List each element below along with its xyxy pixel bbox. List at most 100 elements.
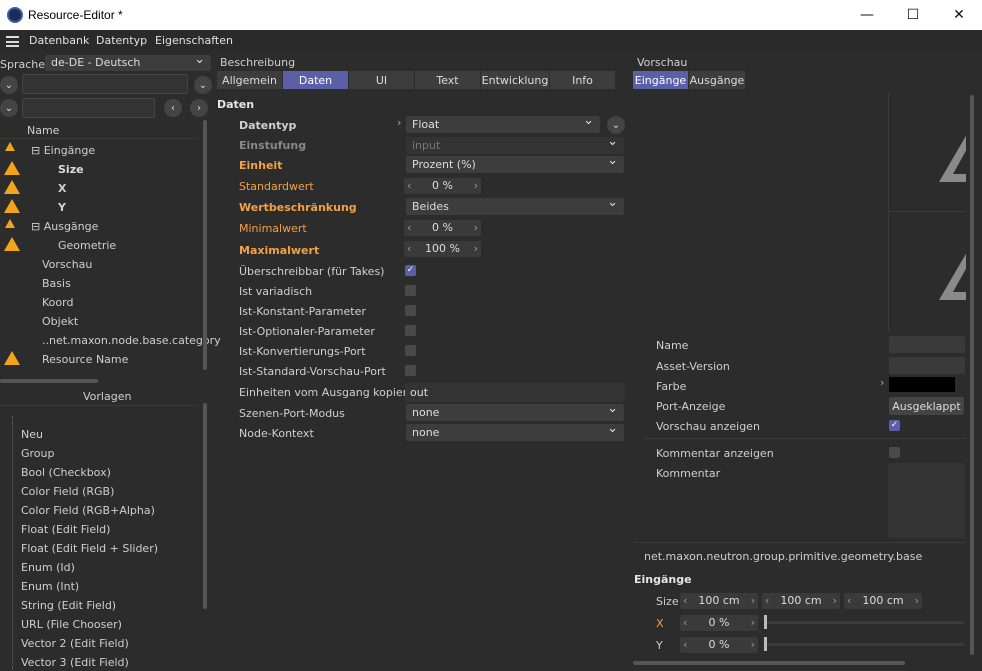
- tree-header-name: Name: [27, 124, 60, 137]
- size-x-input[interactable]: ‹ 100 cm ›: [680, 593, 758, 609]
- maximalwert-input[interactable]: ‹ 100 % ›: [404, 241, 481, 257]
- vorschau-port-checkbox[interactable]: [405, 365, 416, 376]
- ueberschreibbar-checkbox[interactable]: ✓: [405, 265, 416, 276]
- tree-item-objekt[interactable]: Objekt: [42, 315, 78, 328]
- check-label: Überschreibbar (für Takes): [239, 265, 385, 278]
- hamburger-menu-icon[interactable]: [6, 36, 19, 47]
- chevron-right-icon[interactable]: ›: [880, 376, 884, 389]
- template-item[interactable]: Float (Edit Field + Slider): [21, 542, 158, 555]
- standardwert-label: Standardwert: [239, 180, 314, 193]
- datentyp-dropdown[interactable]: Float: [406, 113, 600, 133]
- template-item[interactable]: Bool (Checkbox): [21, 466, 111, 479]
- szenen-dropdown[interactable]: none: [406, 401, 624, 421]
- wertbeschraenkung-dropdown[interactable]: Beides: [406, 195, 624, 215]
- tree-item-size[interactable]: Size: [58, 163, 84, 176]
- right-scrollbar[interactable]: [970, 95, 974, 655]
- tree-item-eingaenge[interactable]: ⊟ Eingänge: [31, 144, 95, 157]
- templates-header: Vorlagen: [83, 390, 132, 403]
- prop-port-anzeige-label: Port-Anzeige: [656, 400, 726, 413]
- tab-eingaenge[interactable]: Eingänge: [633, 71, 689, 89]
- menu-datenbank[interactable]: Datenbank: [29, 34, 89, 47]
- einheiten-input[interactable]: out: [405, 383, 625, 402]
- chevron-down-icon[interactable]: ⌄: [607, 116, 625, 134]
- tree-item-resource-name[interactable]: Resource Name: [42, 353, 128, 366]
- tab-ausgaenge[interactable]: Ausgänge: [689, 71, 746, 89]
- vorschau-anzeigen-checkbox[interactable]: ✓: [889, 420, 900, 431]
- tree-item-y[interactable]: Y: [58, 201, 66, 214]
- template-item[interactable]: URL (File Chooser): [21, 618, 122, 631]
- template-item[interactable]: Enum (Int): [21, 580, 79, 593]
- variadisch-checkbox[interactable]: [405, 285, 416, 296]
- minimize-button[interactable]: —: [844, 0, 890, 30]
- x-label: X: [656, 617, 664, 630]
- prev-button[interactable]: ‹: [164, 99, 182, 117]
- search-input-1[interactable]: [22, 74, 188, 94]
- chevron-down-icon[interactable]: ⌄: [194, 76, 212, 94]
- tree-h-scrollbar[interactable]: [0, 379, 98, 383]
- y-input[interactable]: ‹ 0 % ›: [680, 637, 758, 653]
- template-item[interactable]: String (Edit Field): [21, 599, 116, 612]
- maximalwert-label: Maximalwert: [239, 244, 320, 257]
- tree-item-koord[interactable]: Koord: [42, 296, 73, 309]
- node-kontext-dropdown[interactable]: none: [406, 421, 624, 441]
- template-item[interactable]: Color Field (RGB+Alpha): [21, 504, 155, 517]
- cinema4d-app-icon: [7, 7, 23, 23]
- einheit-label: Einheit: [239, 159, 283, 172]
- tree-item-ausgaenge[interactable]: ⊟ Ausgänge: [31, 220, 98, 233]
- template-item[interactable]: Vector 2 (Edit Field): [21, 637, 129, 650]
- y-slider[interactable]: [766, 643, 964, 646]
- template-item[interactable]: Neu: [21, 428, 43, 441]
- maximize-button[interactable]: ☐: [890, 0, 936, 30]
- standardwert-input[interactable]: ‹ 0 % ›: [404, 178, 481, 194]
- y-slider-handle[interactable]: [764, 637, 767, 651]
- asset-version-input[interactable]: [889, 357, 965, 374]
- color-swatch[interactable]: [889, 377, 955, 392]
- tree-item-category[interactable]: ..net.maxon.node.base.category: [42, 334, 221, 347]
- kommentar-textarea[interactable]: [888, 463, 965, 538]
- tab-entwicklung[interactable]: Entwicklung: [481, 71, 550, 89]
- templates-scrollbar[interactable]: [203, 403, 207, 609]
- optional-checkbox[interactable]: [405, 325, 416, 336]
- template-item[interactable]: Enum (Id): [21, 561, 75, 574]
- kommentar-anzeigen-label: Kommentar anzeigen: [656, 447, 774, 460]
- tree-item-basis[interactable]: Basis: [42, 277, 71, 290]
- tree-item-vorschau[interactable]: Vorschau: [42, 258, 92, 271]
- close-button[interactable]: ✕: [936, 0, 982, 30]
- chevron-down-icon[interactable]: ⌄: [0, 76, 18, 94]
- next-button[interactable]: ›: [190, 99, 208, 117]
- kommentar-label: Kommentar: [656, 467, 721, 480]
- template-item[interactable]: Vector 3 (Edit Field): [21, 656, 129, 669]
- tab-info[interactable]: Info: [550, 71, 616, 89]
- chevron-down-icon[interactable]: ⌄: [0, 99, 18, 117]
- x-slider[interactable]: [766, 621, 964, 624]
- language-dropdown[interactable]: de-DE - Deutsch: [45, 52, 211, 71]
- tab-text[interactable]: Text: [415, 71, 481, 89]
- minimalwert-input[interactable]: ‹ 0 % ›: [404, 220, 481, 236]
- tree-item-x[interactable]: X: [58, 182, 66, 195]
- prop-farbe-label: Farbe: [656, 380, 687, 393]
- x-slider-handle[interactable]: [764, 615, 767, 629]
- port-anzeige-button[interactable]: Ausgeklappt: [889, 397, 964, 415]
- kommentar-anzeigen-checkbox[interactable]: [889, 447, 900, 458]
- right-h-scrollbar[interactable]: [633, 661, 905, 665]
- template-item[interactable]: Color Field (RGB): [21, 485, 114, 498]
- konvertierung-checkbox[interactable]: [405, 345, 416, 356]
- menu-eigenschaften[interactable]: Eigenschaften: [155, 34, 233, 47]
- konstant-checkbox[interactable]: [405, 305, 416, 316]
- menu-datentyp[interactable]: Datentyp: [96, 34, 147, 47]
- datentyp-label: Datentyp: [239, 119, 297, 132]
- tree-scrollbar[interactable]: [203, 120, 207, 370]
- template-item[interactable]: Float (Edit Field): [21, 523, 110, 536]
- template-item[interactable]: Group: [21, 447, 55, 460]
- tab-allgemein[interactable]: Allgemein: [217, 71, 283, 89]
- tab-ui[interactable]: UI: [349, 71, 415, 89]
- tree-item-geometrie[interactable]: Geometrie: [58, 239, 116, 252]
- search-input-2[interactable]: [22, 98, 155, 118]
- chevron-right-icon[interactable]: ›: [397, 116, 401, 129]
- size-y-input[interactable]: ‹ 100 cm ›: [762, 593, 840, 609]
- size-z-input[interactable]: ‹ 100 cm ›: [844, 593, 922, 609]
- tab-daten[interactable]: Daten: [283, 71, 349, 89]
- x-input[interactable]: ‹ 0 % ›: [680, 615, 758, 631]
- einheit-dropdown[interactable]: Prozent (%): [406, 153, 624, 173]
- name-input[interactable]: [889, 336, 965, 353]
